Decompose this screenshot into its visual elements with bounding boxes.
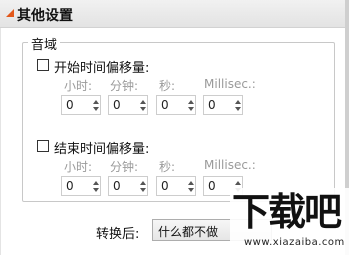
start-minutes-spinner[interactable]: 0	[108, 95, 148, 115]
spinner-value: 0	[208, 98, 216, 112]
spin-down-icon[interactable]	[93, 107, 99, 111]
spin-up-icon[interactable]	[188, 100, 194, 104]
spinner-value: 0	[161, 179, 169, 193]
col-label-minutes: 分钟:	[110, 160, 139, 174]
spin-up-icon[interactable]	[235, 100, 241, 104]
spinner-value: 0	[113, 98, 121, 112]
col-label-hours: 小时:	[64, 160, 93, 174]
collapse-triangle-icon[interactable]	[6, 9, 14, 17]
end-minutes-spinner[interactable]: 0	[108, 176, 148, 196]
spin-down-icon[interactable]	[235, 107, 241, 111]
spin-down-icon[interactable]	[188, 107, 194, 111]
col-label-hours: 小时:	[64, 79, 93, 93]
after-convert-selected: 什么都不做	[158, 225, 219, 239]
spinner-value: 0	[113, 179, 121, 193]
spinner-value: 0	[161, 98, 169, 112]
after-convert-label: 转换后:	[96, 227, 140, 242]
start-offset-checkbox[interactable]	[37, 59, 49, 71]
start-millisec-spinner[interactable]: 0	[203, 95, 243, 115]
spin-up-icon[interactable]	[140, 181, 146, 185]
spinner-value: 0	[66, 98, 74, 112]
col-label-minutes: 分钟:	[110, 79, 139, 93]
watermark-logo-text: 下载吧	[232, 190, 342, 234]
group-label: 音域	[28, 34, 61, 53]
watermark-url: www.xiazaiba.com	[244, 237, 345, 248]
start-offset-label: 开始时间偏移量:	[54, 61, 150, 76]
spinner-value: 0	[66, 179, 74, 193]
spin-up-icon[interactable]	[188, 181, 194, 185]
end-hours-spinner[interactable]: 0	[61, 176, 101, 196]
end-offset-checkbox[interactable]	[37, 140, 49, 152]
col-label-seconds: 秒:	[159, 160, 176, 174]
spin-down-icon[interactable]	[140, 107, 146, 111]
col-label-millisec: Millisec.:	[204, 77, 256, 91]
spin-down-icon[interactable]	[140, 188, 146, 192]
watermark-logo: 下载吧 www.xiazaiba.com	[230, 188, 349, 255]
section-header[interactable]: 其他设置	[0, 0, 349, 28]
spinner-value: 0	[208, 179, 216, 193]
start-seconds-spinner[interactable]: 0	[156, 95, 196, 115]
section-title: 其他设置	[17, 8, 73, 24]
col-label-seconds: 秒:	[159, 79, 176, 93]
spin-up-icon[interactable]	[235, 181, 241, 185]
end-offset-label: 结束时间偏移量:	[54, 142, 150, 157]
start-hours-spinner[interactable]: 0	[61, 95, 101, 115]
spin-up-icon[interactable]	[140, 100, 146, 104]
spin-up-icon[interactable]	[93, 181, 99, 185]
col-label-millisec: Millisec.:	[204, 158, 256, 172]
spin-down-icon[interactable]	[188, 188, 194, 192]
spin-up-icon[interactable]	[93, 100, 99, 104]
end-seconds-spinner[interactable]: 0	[156, 176, 196, 196]
spin-down-icon[interactable]	[93, 188, 99, 192]
